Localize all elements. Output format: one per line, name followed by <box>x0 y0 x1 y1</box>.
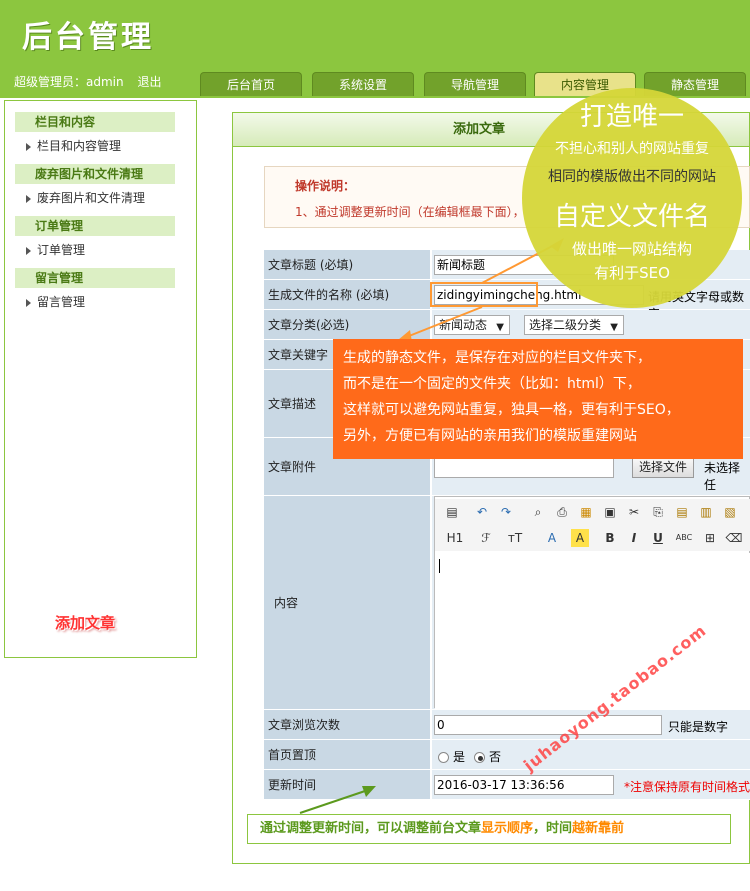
green-callout: 通过调整更新时间，可以调整前台文章显示顺序，时间越新靠前 <box>247 814 731 844</box>
green-text-1: 通过调整更新时间，可以调整前台文章 <box>260 821 482 836</box>
green-text-2: 显示顺序 <box>481 821 534 836</box>
circle-line-5: 做出唯一网站结构 <box>571 240 692 258</box>
circle-line-4: 自定义文件名 <box>553 202 710 232</box>
orange-line-2: 而不是在一个固定的文件夹（比如：html）下， <box>343 376 641 392</box>
orange-line-4: 另外，方便已有网站的亲用我们的模版重建网站 <box>343 428 637 444</box>
green-text-3: ，时间 <box>533 821 573 836</box>
orange-line-3: 这样就可以避免网站重复，独具一格，更有利于SEO， <box>343 402 680 418</box>
green-text-4: 越新靠前 <box>572 821 625 836</box>
circle-line-2: 不担心和别人的网站重复 <box>555 141 709 157</box>
orange-line-1: 生成的静态文件，是保存在对应的栏目文件夹下， <box>343 350 651 366</box>
circle-line-6: 有利于SEO <box>594 264 670 282</box>
arrow-head-time <box>362 786 376 797</box>
arrow-line-time <box>299 789 369 814</box>
orange-callout: 生成的静态文件，是保存在对应的栏目文件夹下， 而不是在一个固定的文件夹（比如：h… <box>333 339 743 459</box>
arrow-line-bottom <box>403 306 483 339</box>
circle-line-3: 相同的模版做出不同的网站 <box>548 169 716 185</box>
circle-headline: 打造唯一 <box>579 102 684 132</box>
